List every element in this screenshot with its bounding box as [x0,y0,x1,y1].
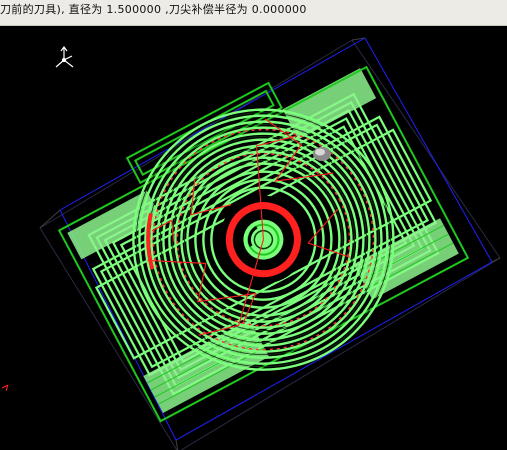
status-message: 刀前的刀具), 直径为 1.500000 ,刀尖补偿半径为 0.000000 [0,3,307,16]
cam-simulation-window: 刀前的刀具), 直径为 1.500000 ,刀尖补偿半径为 0.000000 [0,0,507,450]
3d-viewport[interactable] [0,26,507,450]
toolpath-model [57,65,470,423]
cutting-tool-icon [313,147,331,161]
toolpath-canvas[interactable] [0,26,507,450]
axis-marker-icon [1,384,9,392]
status-bar: 刀前的刀具), 直径为 1.500000 ,刀尖补偿半径为 0.000000 [0,0,507,26]
xyz-axis-triad-icon [55,46,74,68]
